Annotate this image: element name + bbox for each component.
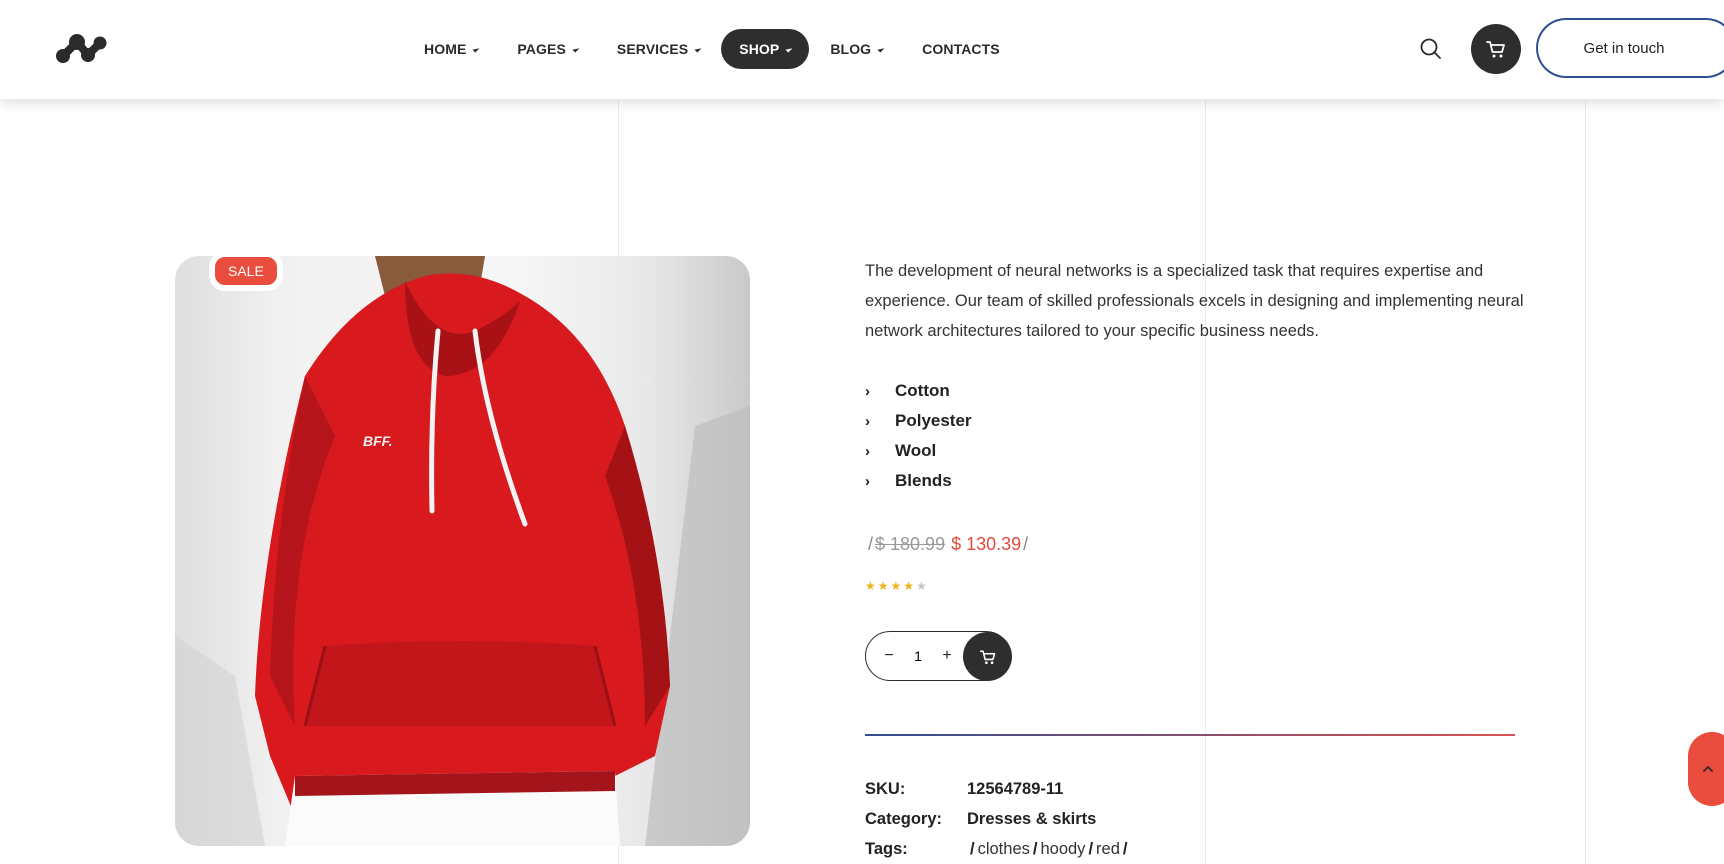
nav-item-label: BLOG	[830, 41, 872, 57]
caret-icon	[785, 45, 793, 53]
tag-separator: /	[1122, 840, 1128, 858]
category-row: Category: Dresses & skirts	[865, 810, 1096, 829]
tag-link[interactable]: hoody	[1040, 840, 1085, 859]
nav-item-blog[interactable]: BLOG	[812, 29, 901, 69]
nav-item-label: HOME	[424, 41, 467, 57]
search-icon[interactable]	[1418, 36, 1444, 62]
feature-list: › Cotton › Polyester › Wool › Blends	[865, 376, 972, 496]
price-old: $ 180.99	[875, 534, 946, 554]
nav-item-pages[interactable]: PAGES	[499, 29, 595, 69]
quantity-input[interactable]	[903, 648, 933, 664]
tag-separator: /	[1088, 840, 1094, 858]
site-header: HOME PAGES SERVICES SHOP BLOG CONTACTS Get in…	[0, 0, 1724, 99]
chevron-right-icon: ›	[865, 442, 870, 460]
nav-item-services[interactable]: SERVICES	[599, 29, 718, 69]
feature-item: › Cotton	[865, 376, 972, 406]
star-icon: ★	[890, 579, 902, 593]
scroll-to-top-button[interactable]	[1688, 732, 1724, 806]
increase-quantity-button[interactable]: +	[933, 647, 961, 665]
star-icon: ★	[903, 579, 915, 593]
nav-item-home[interactable]: HOME	[406, 29, 496, 69]
nav-item-shop[interactable]: SHOP	[721, 29, 810, 69]
price: / $ 180.99 $ 130.39 /	[866, 534, 1030, 555]
nav-item-label: CONTACTS	[922, 41, 1000, 57]
hoodie-photo: BFF.	[175, 256, 750, 846]
chevron-right-icon: ›	[865, 472, 870, 490]
category-link[interactable]: Dresses & skirts	[967, 810, 1096, 829]
rating-stars: ★ ★ ★ ★ ★	[865, 579, 927, 593]
cart-button[interactable]	[1471, 24, 1521, 74]
logo-icon[interactable]	[55, 33, 107, 63]
chevron-up-icon	[1703, 765, 1713, 772]
price-separator: /	[868, 534, 874, 554]
nav-item-label: SHOP	[739, 41, 780, 57]
get-in-touch-button[interactable]: Get in touch	[1536, 18, 1724, 78]
caret-icon	[877, 45, 885, 53]
star-icon: ★	[865, 579, 876, 593]
feature-label: Cotton	[895, 381, 950, 400]
feature-label: Blends	[895, 471, 952, 490]
chevron-right-icon: ›	[865, 382, 870, 400]
svg-text:BFF.: BFF.	[363, 433, 393, 449]
price-separator: /	[1023, 534, 1029, 554]
cart-icon	[979, 649, 995, 664]
grid-line	[1205, 100, 1206, 864]
add-to-cart-button[interactable]	[963, 632, 1012, 681]
tags-label: Tags:	[865, 840, 908, 858]
price-new: $ 130.39	[951, 534, 1022, 554]
decrease-quantity-button[interactable]: −	[875, 647, 903, 665]
feature-label: Polyester	[895, 411, 972, 430]
feature-item: › Blends	[865, 466, 972, 496]
product-image: BFF.	[175, 256, 750, 846]
feature-item: › Wool	[865, 436, 972, 466]
sku-row: SKU: 12564789-11	[865, 780, 1063, 799]
feature-label: Wool	[895, 441, 937, 460]
caret-icon	[694, 45, 702, 53]
sku-value: 12564789-11	[967, 780, 1064, 798]
grid-line	[1585, 100, 1586, 864]
nav-item-contacts[interactable]: CONTACTS	[904, 29, 1018, 69]
tag-list: / clothes / hoody / red /	[967, 840, 1130, 859]
sale-badge: SALE	[209, 251, 283, 291]
chevron-right-icon: ›	[865, 412, 870, 430]
product-description: The development of neural networks is a …	[865, 262, 1524, 340]
sku-label: SKU:	[865, 780, 906, 798]
cart-icon	[1486, 41, 1505, 58]
nav-item-label: SERVICES	[616, 41, 689, 57]
main-nav: HOME PAGES SERVICES SHOP BLOG CONTACTS	[406, 29, 1021, 69]
divider	[865, 734, 1515, 736]
tag-separator: /	[970, 840, 975, 858]
star-icon: ★	[877, 579, 889, 593]
caret-icon	[472, 45, 480, 53]
tag-separator: /	[1032, 840, 1038, 858]
star-icon: ★	[916, 579, 927, 593]
feature-item: › Polyester	[865, 406, 972, 436]
tag-link[interactable]: clothes	[978, 840, 1030, 859]
caret-icon	[572, 45, 580, 53]
tags-row: Tags: / clothes / hoody / red /	[865, 840, 1130, 859]
nav-item-label: PAGES	[517, 41, 566, 57]
category-label: Category:	[865, 810, 943, 828]
tag-link[interactable]: red	[1096, 840, 1120, 859]
